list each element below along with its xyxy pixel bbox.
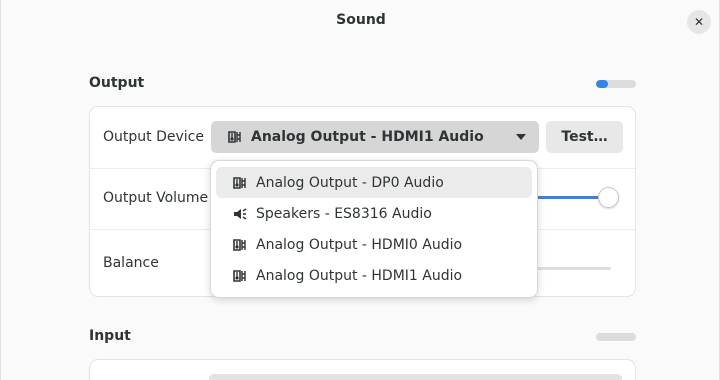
output-device-popover: Analog Output - DP0 Audio Speakers - ES8… [210,160,538,298]
output-device-label: Output Device [103,129,204,145]
output-device-selected: Analog Output - HDMI1 Audio [251,129,484,145]
popover-item-dp0[interactable]: Analog Output - DP0 Audio [216,167,532,198]
popover-item-label: Analog Output - DP0 Audio [256,174,444,191]
chevron-down-icon [516,134,526,140]
input-section-title: Input [89,328,131,344]
popover-item-label: Analog Output - HDMI1 Audio [256,267,463,284]
popover-item-hdmi1[interactable]: Analog Output - HDMI1 Audio [216,260,532,291]
audio-card-icon [232,175,248,191]
test-button[interactable]: Test… [546,121,623,153]
output-device-dropdown[interactable]: Analog Output - HDMI1 Audio [211,121,539,153]
audio-card-icon [232,237,248,253]
popover-item-label: Analog Output - HDMI0 Audio [256,236,463,253]
output-level-meter [596,80,636,88]
output-level-fill [596,80,608,88]
audio-card-icon [232,268,248,284]
close-button[interactable]: ✕ [687,10,711,34]
input-level-meter [596,333,636,341]
window-title: Sound [336,12,386,28]
output-volume-handle[interactable] [598,187,619,208]
popover-item-label: Speakers - ES8316 Audio [256,205,432,222]
speaker-icon [232,206,248,222]
popover-item-hdmi0[interactable]: Analog Output - HDMI0 Audio [216,229,532,260]
output-section-title: Output [89,75,145,91]
output-volume-label: Output Volume [103,190,209,206]
input-device-dropdown[interactable] [209,374,622,380]
titlebar: Sound ✕ [1,0,720,44]
sound-window: Sound ✕ Output Output Device Analog Outp… [0,0,720,380]
audio-card-icon [227,129,243,145]
close-icon: ✕ [693,15,705,29]
popover-item-es8316[interactable]: Speakers - ES8316 Audio [216,198,532,229]
balance-label: Balance [103,255,159,271]
